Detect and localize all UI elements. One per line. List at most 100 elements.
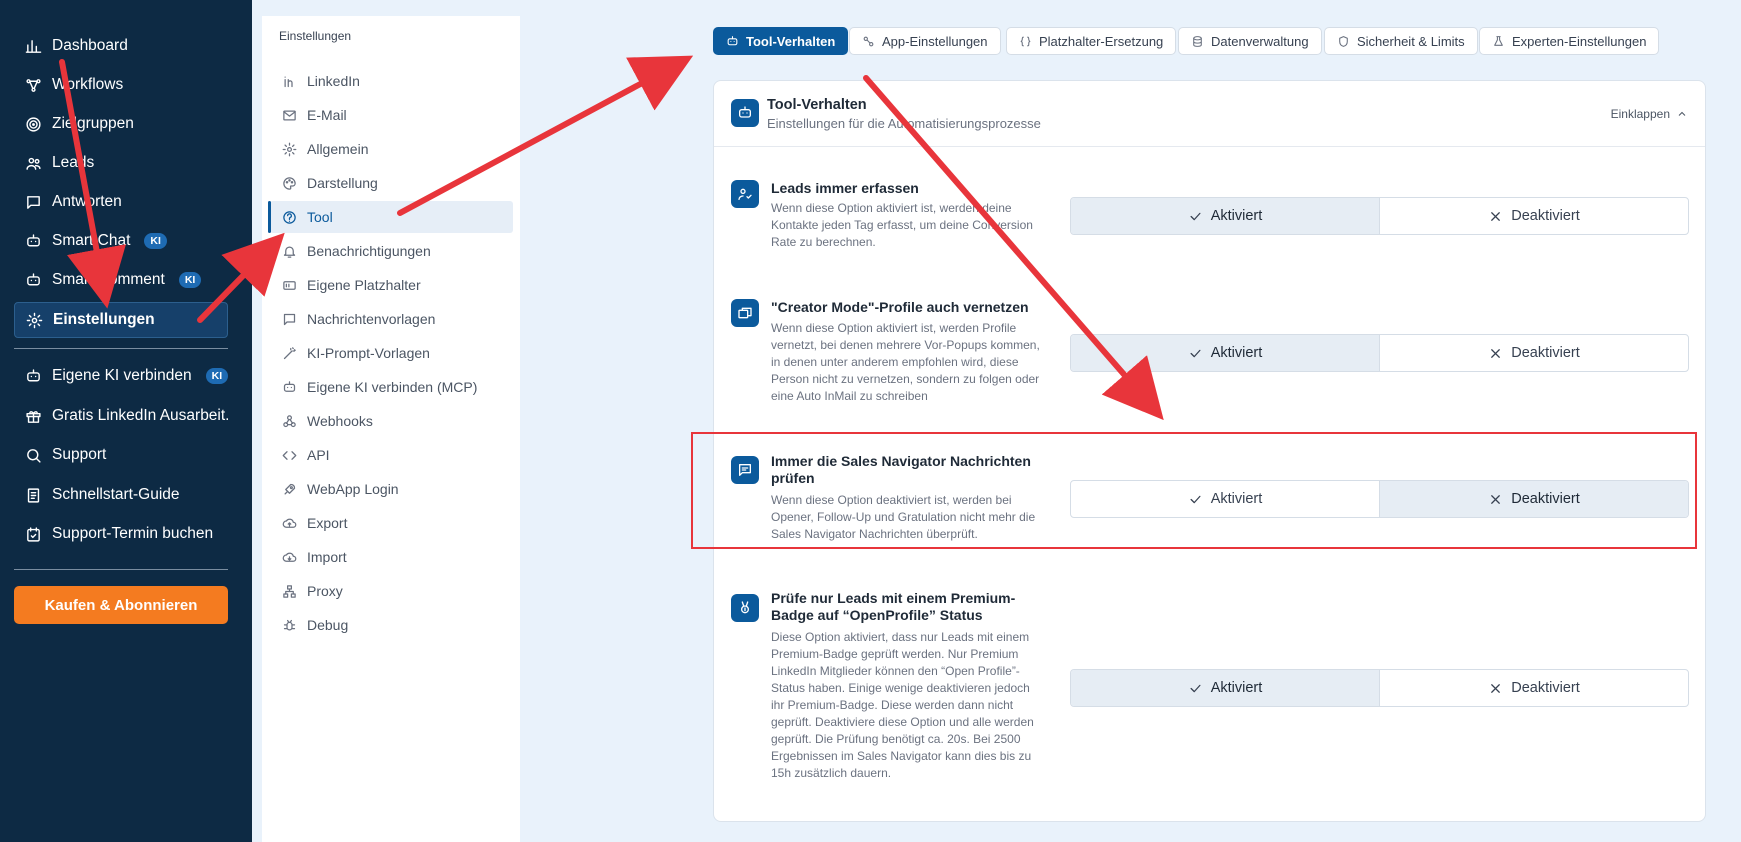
option-title: Leads immer erfassen [771,180,919,196]
toggle-off-button[interactable]: Deaktiviert [1379,198,1688,234]
option-description: Diese Option aktiviert, dass nur Leads m… [771,630,1034,780]
sidebar-item-leads[interactable]: Leads [14,145,228,181]
submenu-item-api[interactable]: API [270,439,513,471]
tab-label: Tool-Verhalten [746,33,836,49]
submenu-item-export[interactable]: Export [270,507,513,539]
check-icon [1190,495,1201,503]
cloud-upload-icon [281,515,297,531]
toggle-on-button[interactable]: Aktiviert [1071,198,1379,234]
settings-submenu: Einstellungen LinkedIn E-Mail Allgemein … [262,16,520,842]
submenu-item-label: Export [307,515,348,531]
collapse-button[interactable]: Einklappen [1611,107,1688,121]
submenu-item-benachrichtigungen[interactable]: Benachrichtigungen [270,235,513,267]
sidebar-item-support[interactable]: Support [14,437,228,473]
submenu-item-ki-prompt[interactable]: KI-Prompt-Vorlagen [270,337,513,369]
toggle-off-button[interactable]: Deaktiviert [1379,335,1688,371]
submenu-item-allgemein[interactable]: Allgemein [270,133,513,165]
card-title: Tool-Verhalten [767,97,867,113]
calendar-icon [24,525,42,543]
option-title: Prüfe nur Leads mit einem Premium-Badge … [771,590,1016,623]
submenu-item-email[interactable]: E-Mail [270,99,513,131]
toggle-on-button[interactable]: Aktiviert [1071,670,1379,706]
sidebar-item-eigene-ki[interactable]: Eigene KI verbinden KI [14,358,228,394]
sidebar-item-label: Schnellstart-Guide [52,486,180,503]
sidebar-item-label: Workflows [52,76,124,93]
toggle-on-label: Aktiviert [1210,345,1263,361]
x-icon [1491,211,1501,221]
submenu-item-webhooks[interactable]: Webhooks [270,405,513,437]
tab-tool-verhalten[interactable]: Tool-Verhalten [713,27,849,55]
submenu-item-eigene-ki-mcp[interactable]: Eigene KI verbinden (MCP) [270,371,513,403]
sidebar-item-smart-chat[interactable]: Smart Chat KI [14,223,228,259]
sidebar-item-einstellungen[interactable]: Einstellungen [14,302,228,338]
option-toggle-premium-badge: Aktiviert Deaktiviert [1070,669,1689,707]
sidebar-item-schnellstart[interactable]: Schnellstart-Guide [14,477,228,513]
submenu-item-webapp-login[interactable]: WebApp Login [270,473,513,505]
tab-platzhalter[interactable]: Platzhalter-Ersetzung [1006,27,1177,55]
robot-icon [24,367,42,385]
sidebar-item-workflows[interactable]: Workflows [14,67,228,103]
sidebar-item-label: Eigene KI verbinden [52,367,192,384]
submenu-title: Einstellungen [279,29,352,43]
toggle-off-label: Deaktiviert [1511,208,1580,224]
tab-label: Experten-Einstellungen [1512,33,1647,49]
submenu-item-import[interactable]: Import [270,541,513,573]
toggle-on-button[interactable]: Aktiviert [1071,481,1379,517]
tab-sicherheit[interactable]: Sicherheit & Limits [1324,27,1478,55]
apps-icon [863,36,874,46]
submenu-item-darstellung[interactable]: Darstellung [270,167,513,199]
ki-badge: KI [178,272,202,288]
card-header[interactable]: Tool-Verhalten Einstellungen für die Aut… [714,81,1705,147]
sidebar-item-label: Zielgruppen [52,115,134,132]
check-icon [1190,212,1201,220]
bug-icon [281,617,297,633]
toggle-on-button[interactable]: Aktiviert [1071,335,1379,371]
sidebar-item-support-termin[interactable]: Support-Termin buchen [14,516,228,552]
robot-icon [24,271,42,289]
option-description: Wenn diese Option deaktiviert ist, werde… [771,493,1036,541]
submenu-item-debug[interactable]: Debug [270,609,513,641]
buy-subscribe-button[interactable]: Kaufen & Abonnieren [14,586,228,624]
cloud-download-icon [281,549,297,565]
chart-icon [24,37,42,55]
tab-datenverwaltung[interactable]: Datenverwaltung [1178,27,1322,55]
sidebar-item-gratis-linkedin[interactable]: Gratis LinkedIn Ausarbeit... [14,398,228,434]
sidebar-item-smart-comment[interactable]: Smart Comment KI [14,262,228,298]
submenu-item-label: API [307,447,330,463]
option-description: Wenn diese Option aktiviert ist, werden … [771,321,1040,403]
submenu-item-proxy[interactable]: Proxy [270,575,513,607]
sidebar-item-zielgruppen[interactable]: Zielgruppen [14,106,228,142]
option-title: "Creator Mode"-Profile auch vernetzen [771,299,1029,315]
badge-icon [731,594,759,622]
network-icon [281,583,297,599]
sidebar-item-label: Support-Termin buchen [52,525,214,542]
code-icon [281,447,297,463]
submenu-item-nachrichtenvorlagen[interactable]: Nachrichtenvorlagen [270,303,513,335]
toggle-off-button[interactable]: Deaktiviert [1379,670,1688,706]
submenu-item-label: Eigene Platzhalter [307,277,421,293]
option-description: Wenn diese Option aktiviert ist, werden … [771,201,1033,249]
sidebar-item-label: Smart Chat [52,232,131,249]
users-icon [24,154,42,172]
check-icon [1190,349,1201,357]
sidebar-item-antworten[interactable]: Antworten [14,184,228,220]
tab-app-einstellungen[interactable]: App-Einstellungen [849,27,1001,55]
submenu-item-label: Import [307,549,347,565]
submenu-item-linkedin[interactable]: LinkedIn [270,65,513,97]
gear-icon [25,311,43,329]
submenu-item-tool[interactable]: Tool [268,201,513,233]
tab-label: App-Einstellungen [882,33,988,49]
option-toggle-sales-navigator: Aktiviert Deaktiviert [1070,480,1689,518]
toggle-off-label: Deaktiviert [1511,491,1580,507]
main-sidebar: Dashboard Workflows Zielgruppen Leads An… [0,0,252,842]
robot-icon [281,379,297,395]
submenu-item-label: LinkedIn [307,73,360,89]
sidebar-item-label: Antworten [52,193,122,210]
submenu-item-label: Tool [307,209,333,225]
toggle-on-label: Aktiviert [1210,208,1263,224]
message-icon [281,311,297,327]
toggle-off-button[interactable]: Deaktiviert [1379,481,1688,517]
sidebar-item-dashboard[interactable]: Dashboard [14,28,228,64]
tab-experten[interactable]: Experten-Einstellungen [1479,27,1660,55]
submenu-item-eigene-platzhalter[interactable]: Eigene Platzhalter [270,269,513,301]
